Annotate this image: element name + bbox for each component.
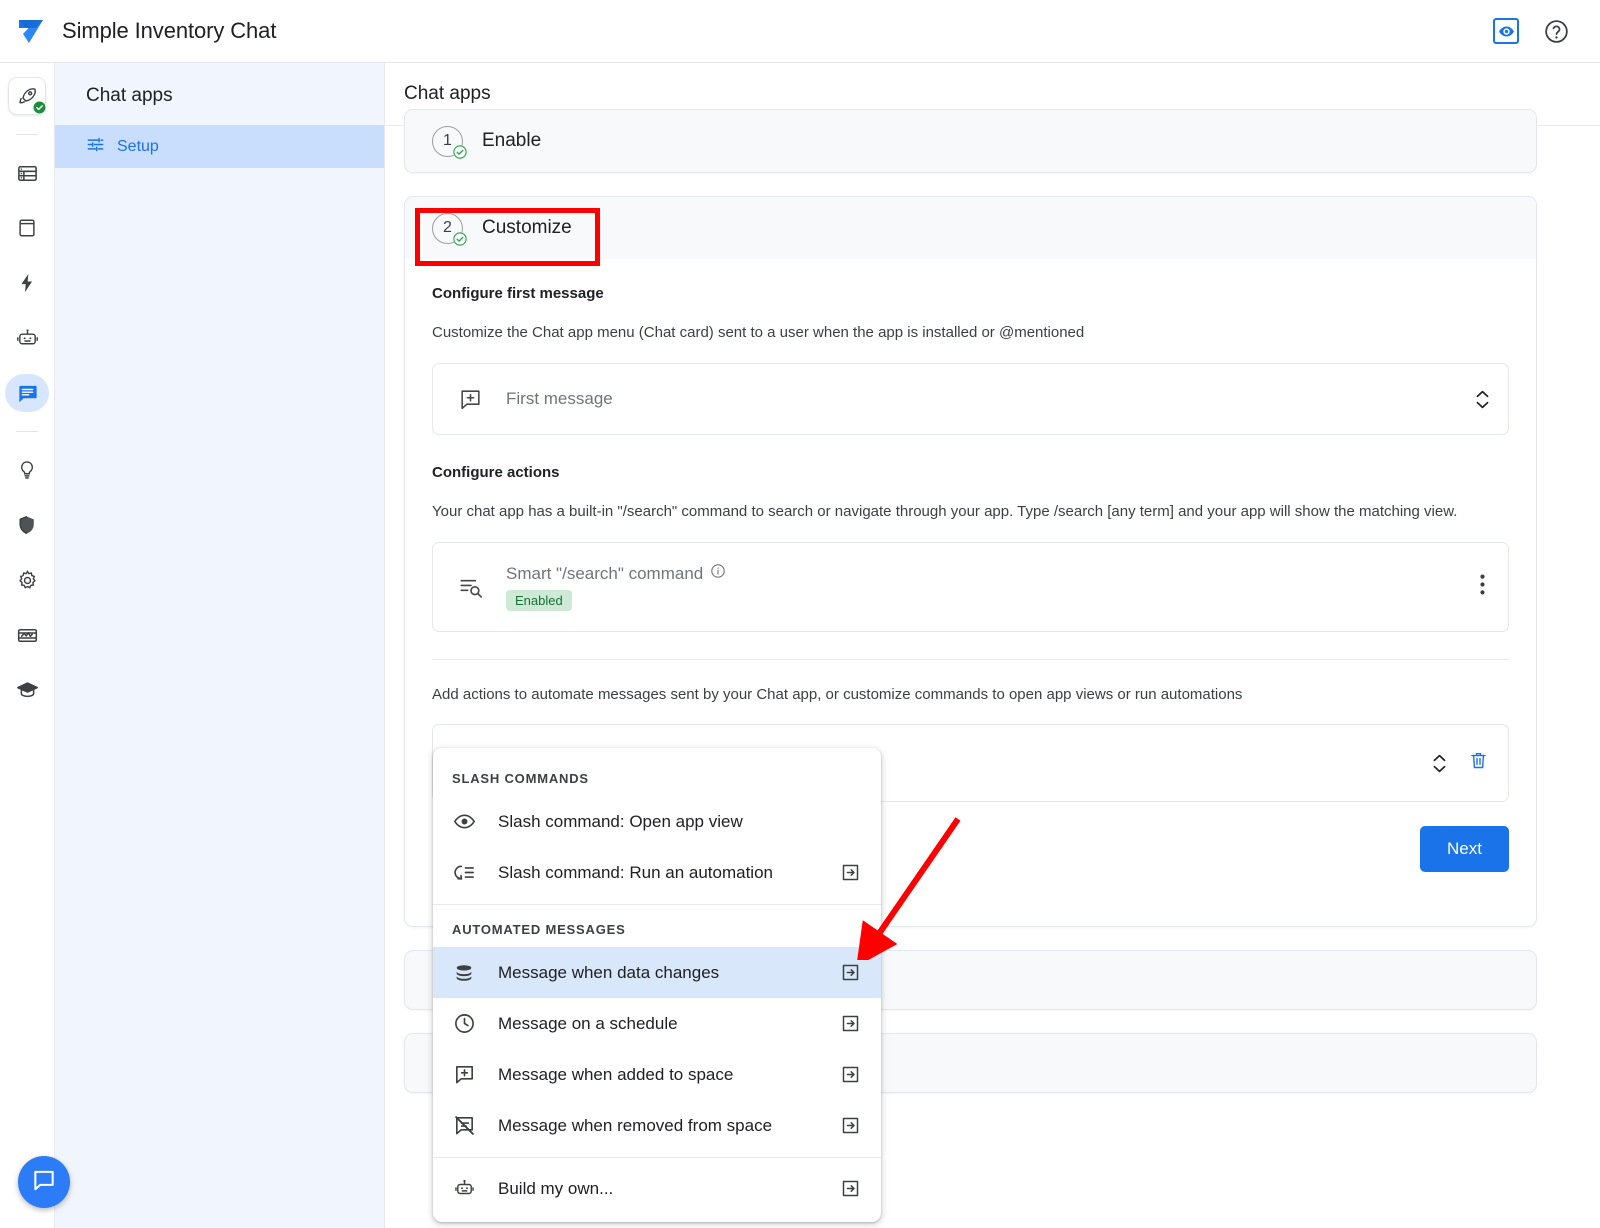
menu-item-build-my-own[interactable]: Build my own... <box>433 1163 881 1214</box>
step-number-badge: 2 <box>432 213 463 244</box>
custom-action-row-actions <box>1433 750 1489 776</box>
rail-divider-top <box>16 134 38 135</box>
menu-item-label: Build my own... <box>498 1179 816 1199</box>
run-automation-icon <box>452 861 476 884</box>
rail-item-manage[interactable] <box>8 616 46 654</box>
app-root: Simple Inventory Chat <box>0 0 1600 1228</box>
smart-search-text-block: Smart "/search" command Enabled <box>506 563 1454 611</box>
step-card-enable: 1 Enable <box>404 109 1537 173</box>
step-header-enable[interactable]: 1 Enable <box>405 110 1536 172</box>
chevron-up-down-icon[interactable] <box>1433 754 1446 773</box>
add-actions-description: Add actions to automate messages sent by… <box>432 683 1467 706</box>
open-in-icon[interactable] <box>838 1064 862 1085</box>
menu-item-run-automation[interactable]: Slash command: Run an automation <box>433 847 881 898</box>
more-vert-icon[interactable] <box>1476 574 1489 600</box>
section-title-actions: Configure actions <box>432 464 1509 481</box>
rail-item-security[interactable] <box>8 506 46 544</box>
section-divider <box>432 659 1509 660</box>
appsheet-logo-icon[interactable] <box>0 14 62 48</box>
open-in-icon[interactable] <box>838 1013 862 1034</box>
menu-item-message-when-data-changes[interactable]: Message when data changes <box>433 947 881 998</box>
step-complete-check-icon <box>453 145 467 159</box>
menu-item-label: Message when data changes <box>498 963 816 983</box>
menu-group-label-automated-messages: Automated messages <box>433 905 881 947</box>
sidebar-item-setup-label: Setup <box>117 138 159 156</box>
subnav-title: Chat apps <box>55 63 384 107</box>
step-number-text: 1 <box>443 132 452 150</box>
add-action-dropdown-menu[interactable]: Slash commands Slash command: Open app v… <box>433 748 881 1222</box>
menu-item-label: Message on a schedule <box>498 1014 816 1034</box>
clock-icon <box>452 1012 476 1035</box>
left-icon-rail <box>0 63 55 1228</box>
header-actions <box>1493 18 1600 45</box>
trash-icon[interactable] <box>1468 750 1489 776</box>
section-desc-first-message: Customize the Chat app menu (Chat card) … <box>432 321 1467 344</box>
section-desc-actions: Your chat app has a built-in "/search" c… <box>432 500 1467 523</box>
rail-item-data[interactable] <box>8 154 46 192</box>
step-header-customize[interactable]: 2 Customize <box>405 197 1536 259</box>
chat-off-icon <box>452 1114 476 1137</box>
menu-item-label: Slash command: Open app view <box>498 812 816 832</box>
open-in-icon[interactable] <box>838 862 862 883</box>
rail-item-intelligence[interactable] <box>8 451 46 489</box>
next-button[interactable]: Next <box>1420 826 1509 872</box>
rail-item-learn[interactable] <box>8 671 46 709</box>
menu-item-message-on-schedule[interactable]: Message on a schedule <box>433 998 881 1049</box>
smart-search-label: Smart "/search" command <box>506 564 703 584</box>
eye-preview-icon[interactable] <box>1493 18 1519 44</box>
menu-item-label: Slash command: Run an automation <box>498 863 816 883</box>
info-circle-icon[interactable] <box>710 563 726 584</box>
smart-search-row-actions <box>1476 574 1489 600</box>
chat-support-fab[interactable] <box>18 1156 70 1208</box>
open-in-icon[interactable] <box>838 962 862 983</box>
rail-item-deploy[interactable] <box>8 77 46 115</box>
chat-bubble-icon <box>31 1167 57 1198</box>
chat-add-icon <box>452 1063 476 1086</box>
robot-icon <box>452 1177 476 1200</box>
menu-item-label: Message when added to space <box>498 1065 816 1085</box>
step-number-text: 2 <box>443 219 452 237</box>
menu-item-message-when-added-to-space[interactable]: Message when added to space <box>433 1049 881 1100</box>
first-message-row-actions <box>1476 390 1489 409</box>
first-message-row[interactable]: First message <box>432 363 1509 435</box>
open-in-icon[interactable] <box>838 1178 862 1199</box>
rail-item-agents[interactable] <box>8 319 46 357</box>
smart-search-command-row[interactable]: Smart "/search" command Enabled <box>432 542 1509 632</box>
step-label-customize: Customize <box>482 217 572 239</box>
step-label-enable: Enable <box>482 130 541 152</box>
top-header-bar: Simple Inventory Chat <box>0 0 1600 63</box>
page-title: Simple Inventory Chat <box>62 18 276 44</box>
step-number-badge: 1 <box>432 126 463 157</box>
list-search-icon <box>458 574 484 600</box>
rail-item-automation[interactable] <box>8 264 46 302</box>
step-complete-check-icon <box>453 232 467 246</box>
sidebar-item-setup[interactable]: Setup <box>55 125 384 168</box>
section-title-first-message: Configure first message <box>432 285 1509 302</box>
rail-divider-bottom <box>16 431 38 432</box>
open-in-icon[interactable] <box>838 1115 862 1136</box>
menu-divider-2 <box>433 1157 881 1158</box>
menu-group-label-slash-commands: Slash commands <box>433 754 881 796</box>
status-badge: Enabled <box>506 590 572 611</box>
rail-item-settings[interactable] <box>8 561 46 599</box>
menu-item-open-app-view[interactable]: Slash command: Open app view <box>433 796 881 847</box>
eye-icon <box>452 810 476 833</box>
database-icon <box>452 962 476 984</box>
tune-sliders-icon <box>86 135 105 159</box>
first-message-label: First message <box>506 389 1454 409</box>
rail-item-app-views[interactable] <box>8 209 46 247</box>
deploy-status-check <box>32 100 46 114</box>
menu-item-message-when-removed-from-space[interactable]: Message when removed from space <box>433 1100 881 1151</box>
rail-item-chat-apps[interactable] <box>5 374 49 412</box>
menu-item-label: Message when removed from space <box>498 1116 816 1136</box>
help-circle-icon[interactable] <box>1543 18 1570 45</box>
chevron-up-down-icon[interactable] <box>1476 390 1489 409</box>
chat-apps-subnav: Chat apps Setup <box>55 63 385 1228</box>
chat-add-icon <box>458 387 484 412</box>
